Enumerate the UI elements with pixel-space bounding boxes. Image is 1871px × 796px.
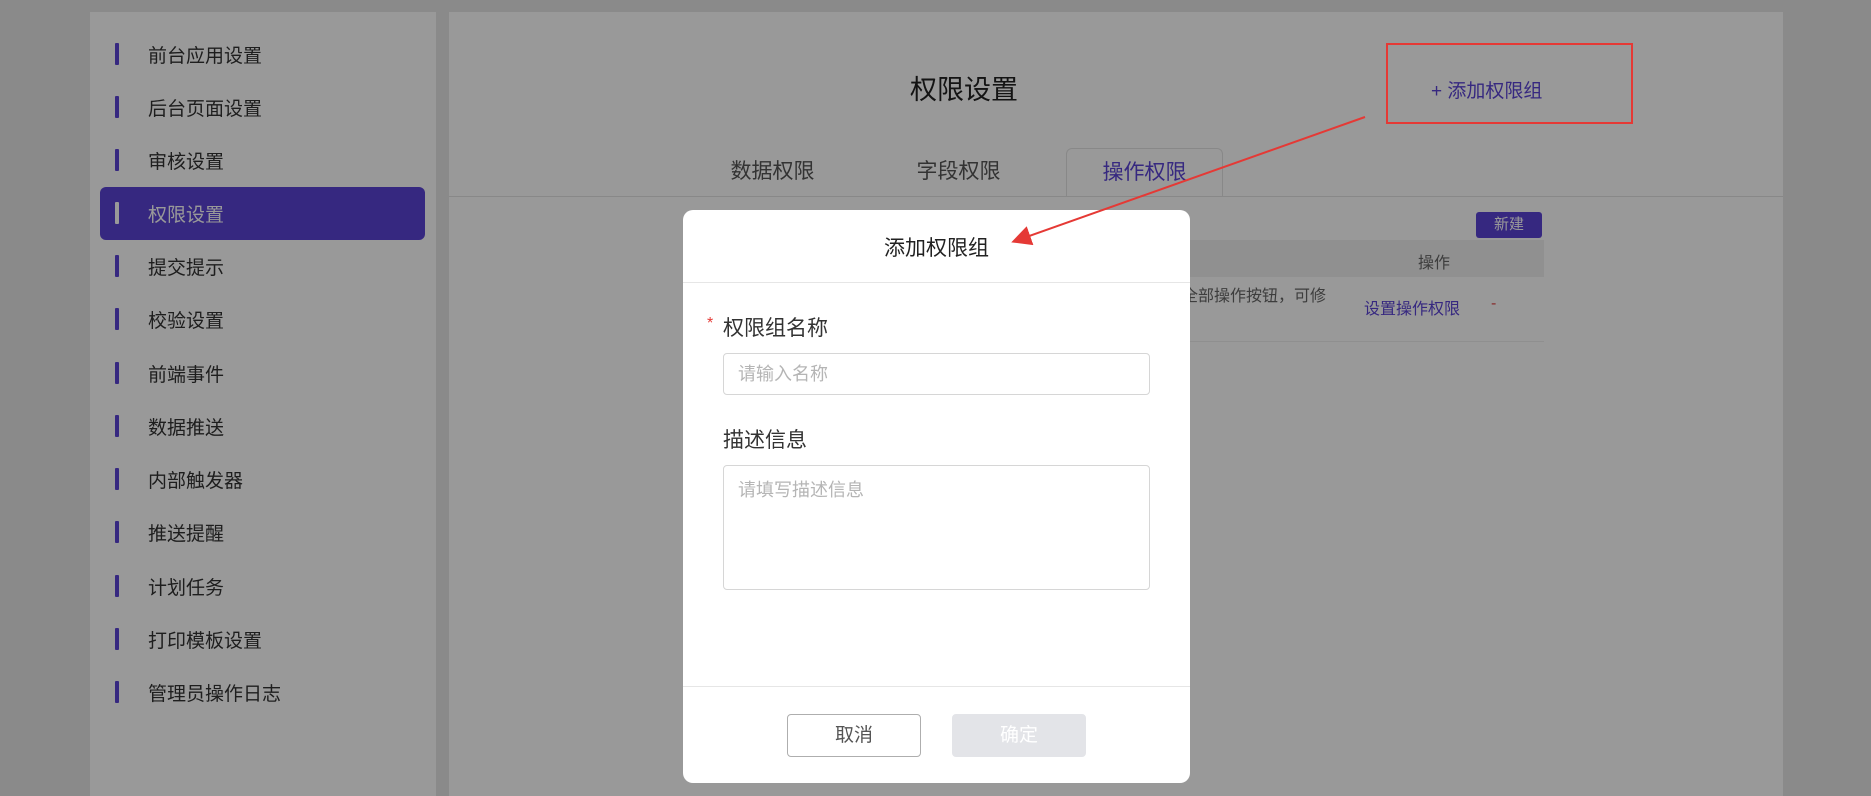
cancel-button[interactable]: 取消 (787, 714, 921, 757)
dialog-title: 添加权限组 (884, 237, 989, 260)
group-name-input[interactable] (723, 353, 1150, 395)
confirm-button[interactable]: 确定 (952, 714, 1086, 757)
add-permission-group-dialog: 添加权限组 * 权限组名称 描述信息 取消 确定 (683, 210, 1190, 783)
required-mark: * (707, 315, 714, 332)
dialog-header-divider (683, 282, 1190, 283)
group-name-label: 权限组名称 (723, 317, 828, 340)
dialog-footer-divider (683, 686, 1190, 687)
description-textarea[interactable] (723, 465, 1150, 590)
description-label: 描述信息 (723, 429, 807, 452)
annotation-highlight-box (1386, 43, 1633, 124)
